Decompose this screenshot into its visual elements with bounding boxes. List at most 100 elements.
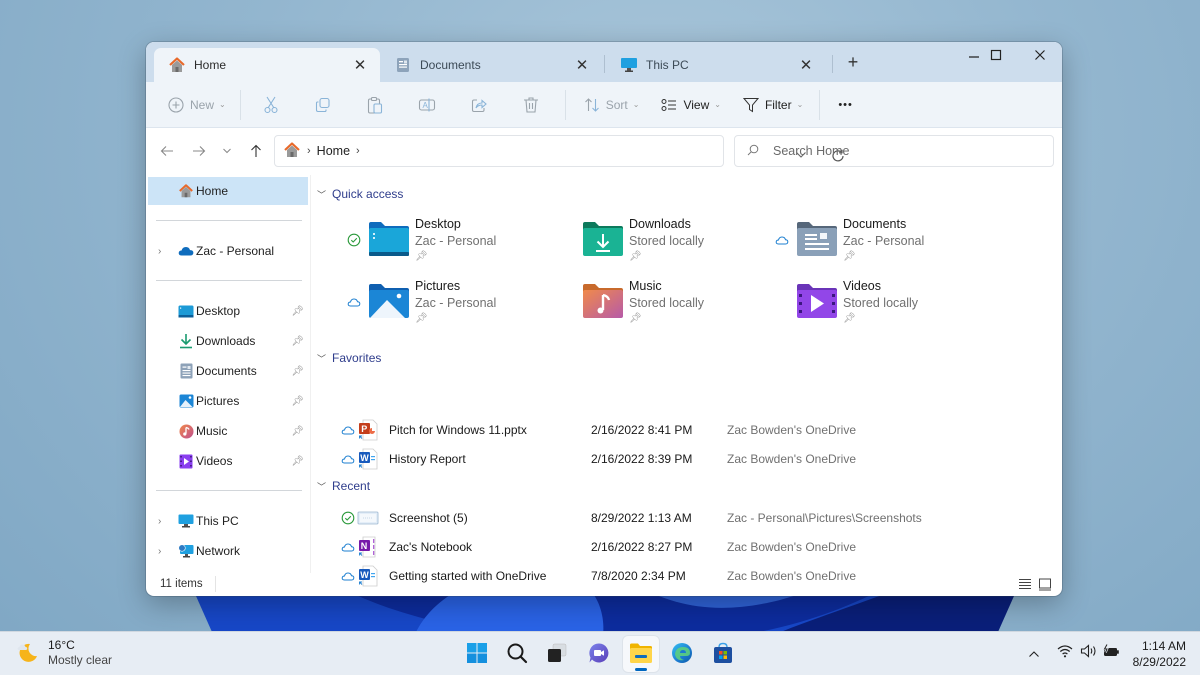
sidebar-item-this-pc[interactable]: › This PC [148, 507, 308, 535]
store-button[interactable] [705, 636, 741, 672]
plus-circle-icon [166, 95, 186, 115]
tab-label: This PC [646, 58, 689, 72]
active-app-indicator [635, 668, 647, 671]
new-button[interactable]: New ⌄ [158, 89, 234, 121]
quick-access-item-videos[interactable]: Videos Stored locally 📌︎ [775, 279, 975, 331]
sidebar-item-network[interactable]: › Network [148, 537, 308, 565]
file-explorer-window: Home ✕ Documents ✕ This PC ✕ + New ⌄ A S… [146, 42, 1062, 596]
teams-chat-button[interactable] [581, 636, 617, 672]
breadcrumb-separator[interactable]: › [356, 145, 360, 157]
search-input[interactable] [773, 144, 1033, 158]
battery-charging-icon[interactable] [1102, 643, 1120, 661]
pin-icon: 📌︎ [629, 313, 642, 324]
maximize-button[interactable] [974, 42, 1018, 68]
sidebar-item-documents[interactable]: Documents 📌︎ [148, 357, 308, 385]
sidebar-item-downloads[interactable]: Downloads 📌︎ [148, 327, 308, 355]
tab-this-pc[interactable]: This PC ✕ [606, 48, 826, 82]
pin-icon[interactable]: 📌︎ [291, 456, 304, 467]
view-button[interactable]: View ⌄ [649, 89, 731, 121]
this-pc-icon [178, 513, 194, 529]
item-name: Desktop [415, 217, 461, 231]
file-name: Screenshot (5) [389, 511, 468, 525]
expand-chevron-icon[interactable]: › [158, 546, 161, 557]
pin-icon[interactable]: 📌︎ [291, 396, 304, 407]
new-label: New [190, 97, 215, 112]
collapse-chevron-icon: ﹀ [317, 353, 327, 364]
sidebar-item-videos[interactable]: Videos 📌︎ [148, 447, 308, 475]
tab-home[interactable]: Home ✕ [154, 48, 380, 82]
word-file-icon: W [357, 448, 379, 470]
pin-icon[interactable]: 📌︎ [291, 366, 304, 377]
quick-access-item-downloads[interactable]: Downloads Stored locally 📌︎ [561, 217, 761, 269]
address-bar[interactable]: › Home › [274, 135, 844, 167]
back-button[interactable] [152, 136, 182, 166]
edge-button[interactable] [664, 636, 700, 672]
volume-icon[interactable] [1080, 644, 1098, 661]
file-row[interactable]: Screenshot (5) 8/29/2022 1:13 AM Zac - P… [341, 504, 1061, 532]
clock[interactable]: 1:14 AM 8/29/2022 [1133, 638, 1186, 670]
file-row[interactable]: W History Report 2/16/2022 8:39 PM Zac B… [341, 445, 1061, 473]
share-button[interactable] [455, 89, 507, 121]
more-options-button[interactable]: ••• [826, 89, 865, 121]
expand-chevron-icon[interactable]: › [158, 516, 161, 527]
file-explorer-taskbar-button[interactable] [623, 636, 659, 672]
tab-documents[interactable]: Documents ✕ [380, 48, 602, 82]
rename-button[interactable]: A [403, 89, 455, 121]
clock-time: 1:14 AM [1141, 639, 1186, 653]
quick-access-header[interactable]: ﹀ Quick access [317, 187, 403, 201]
sort-button[interactable]: Sort ⌄ [572, 89, 650, 121]
sidebar-item-onedrive[interactable]: › Zac - Personal [148, 237, 308, 265]
item-name: Downloads [629, 217, 691, 231]
item-location: Stored locally [843, 296, 919, 310]
close-tab-button[interactable]: ✕ [572, 56, 592, 74]
copy-button[interactable] [299, 89, 351, 121]
file-date: 8/29/2022 1:13 AM [591, 511, 692, 525]
wifi-icon[interactable] [1057, 644, 1073, 661]
toolbar-divider [239, 89, 241, 120]
pin-icon[interactable]: 📌︎ [291, 336, 304, 347]
breadcrumb-separator[interactable]: › [307, 145, 311, 157]
quick-access-item-music[interactable]: Music Stored locally 📌︎ [561, 279, 761, 331]
sidebar-item-home[interactable]: Home [148, 177, 308, 205]
close-tab-button[interactable]: ✕ [350, 56, 370, 74]
task-view-button[interactable] [539, 636, 575, 672]
details-view-button[interactable] [1016, 576, 1034, 592]
delete-button[interactable] [507, 89, 559, 121]
tab-label: Home [194, 58, 227, 72]
recent-header[interactable]: ﹀ Recent [317, 479, 370, 493]
svg-text:A: A [422, 101, 428, 110]
sidebar-item-music[interactable]: Music 📌︎ [148, 417, 308, 445]
search-box[interactable] [734, 135, 1054, 167]
file-row[interactable]: P Pitch for Windows 11.pptx 2/16/2022 8:… [341, 416, 1061, 444]
expand-chevron-icon[interactable]: › [158, 246, 161, 257]
breadcrumb-home[interactable]: Home [317, 144, 350, 158]
recent-locations-button[interactable] [212, 136, 242, 166]
pin-icon: 📌︎ [415, 313, 428, 324]
quick-access-item-documents[interactable]: Documents Zac - Personal 📌︎ [775, 217, 975, 269]
paste-button[interactable] [351, 89, 403, 121]
weather-widget[interactable]: 16°C Mostly clear [16, 638, 112, 668]
close-window-button[interactable] [1018, 42, 1062, 68]
sidebar-item-pictures[interactable]: Pictures 📌︎ [148, 387, 308, 415]
close-tab-button[interactable]: ✕ [796, 56, 816, 74]
quick-access-item-desktop[interactable]: Desktop Zac - Personal 📌︎ [347, 217, 547, 269]
file-row[interactable]: N Zac's Notebook 2/16/2022 8:27 PM Zac B… [341, 533, 1061, 561]
show-hidden-icons-button[interactable] [1028, 645, 1040, 661]
cut-button[interactable] [247, 89, 299, 121]
taskbar-search-button[interactable] [499, 636, 535, 672]
forward-button[interactable] [184, 136, 214, 166]
item-name: Videos [843, 279, 881, 293]
favorites-header[interactable]: ﹀ Favorites [317, 351, 381, 365]
filter-button[interactable]: Filter ⌄ [731, 89, 813, 121]
quick-access-item-pictures[interactable]: Pictures Zac - Personal 📌︎ [347, 279, 547, 331]
up-button[interactable] [241, 136, 271, 166]
pin-icon[interactable]: 📌︎ [291, 426, 304, 437]
sidebar-item-desktop[interactable]: Desktop 📌︎ [148, 297, 308, 325]
start-button[interactable] [459, 636, 495, 672]
pin-icon: 📌︎ [415, 251, 428, 262]
pin-icon[interactable]: 📌︎ [291, 306, 304, 317]
collapse-chevron-icon: ﹀ [317, 481, 327, 492]
new-tab-button[interactable]: + [842, 52, 864, 73]
large-icons-view-button[interactable] [1036, 576, 1054, 592]
this-pc-icon [620, 56, 638, 74]
